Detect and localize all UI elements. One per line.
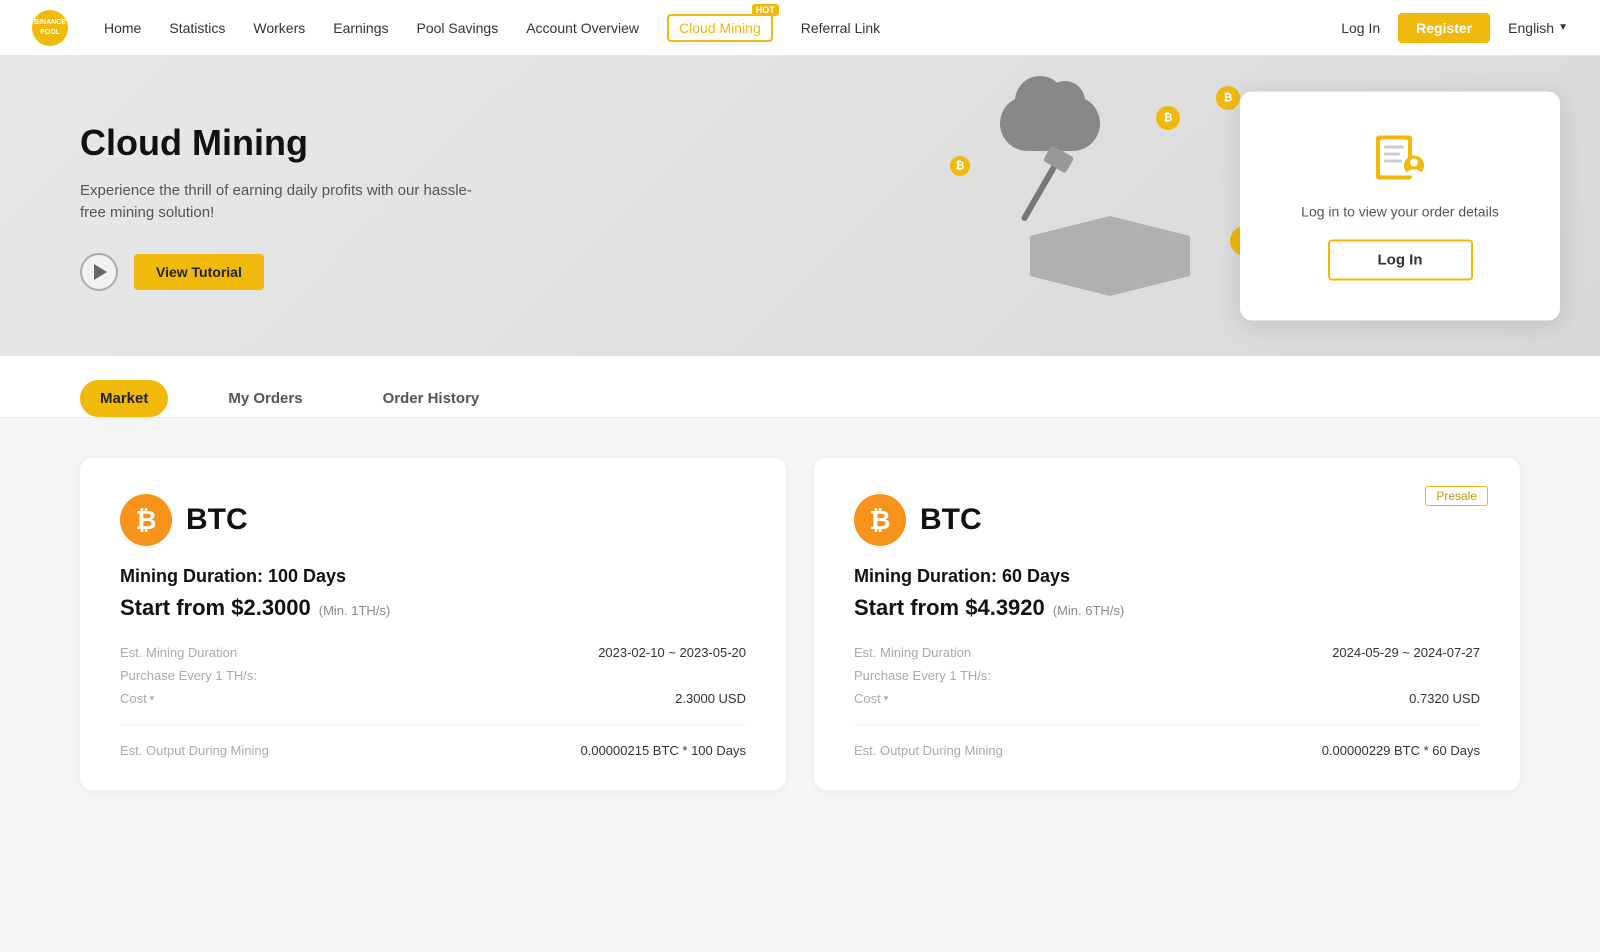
card-1-value-0: 2023-02-10 ~ 2023-05-20 [598,645,746,660]
market-section: ₿ BTC Mining Duration: 100 Days Start fr… [0,418,1600,830]
language-label: English [1508,20,1554,36]
chevron-down-icon: ▾ [150,693,155,704]
hero-content: Cloud Mining Experience the thrill of ea… [80,122,480,291]
order-login-button[interactable]: Log In [1328,240,1473,281]
coin-1: ₿ [1216,86,1240,110]
card-1-details: Est. Mining Duration 2023-02-10 ~ 2023-0… [120,645,746,758]
card-1-coin: BTC [186,503,248,537]
card-2-detail-row-0: Est. Mining Duration 2024-05-29 ~ 2024-0… [854,645,1480,660]
tab-my-orders[interactable]: My Orders [208,380,322,417]
card-1-price-row: Start from $2.3000 (Min. 1TH/s) [120,595,746,621]
nav-home[interactable]: Home [104,20,141,36]
tabs: Market My Orders Order History [80,380,1520,417]
card-2-header: ₿ BTC [854,494,1480,546]
mining-card-2: Presale ₿ BTC Mining Duration: 60 Days S… [814,458,1520,790]
card-1-header: ₿ BTC [120,494,746,546]
order-card: Log in to view your order details Log In [1240,92,1560,321]
nav-statistics[interactable]: Statistics [169,20,225,36]
card-1-divider [120,724,746,725]
nav-cloud-mining-wrap: Cloud Mining HOT [667,14,773,42]
platform-top [1030,216,1190,256]
order-icon-wrap [1288,132,1512,188]
hero-section: Cloud Mining Experience the thrill of ea… [0,56,1600,356]
card-2-divider [854,724,1480,725]
login-button[interactable]: Log In [1341,20,1380,36]
nav-right: Log In Register English ▼ [1341,13,1568,43]
presale-badge: Presale [1425,486,1488,506]
cloud-shape [1000,96,1100,151]
hero-description: Experience the thrill of earning daily p… [80,180,480,225]
nav-cloud-mining[interactable]: Cloud Mining [667,14,773,42]
card-1-detail-row-0: Est. Mining Duration 2023-02-10 ~ 2023-0… [120,645,746,660]
card-1-detail-row-3: Est. Output During Mining 0.00000215 BTC… [120,743,746,758]
tabs-section: Market My Orders Order History [0,356,1600,418]
card-2-value-2: 0.7320 USD [1409,691,1480,706]
hero-actions: View Tutorial [80,253,480,291]
nav-links: Home Statistics Workers Earnings Pool Sa… [104,14,1341,42]
card-2-label-3: Est. Output During Mining [854,743,1003,758]
card-2-label-1: Purchase Every 1 TH/s: [854,668,991,683]
svg-text:POOL: POOL [40,29,61,36]
mining-card-1: ₿ BTC Mining Duration: 100 Days Start fr… [80,458,786,790]
hammer-icon [1020,150,1065,222]
svg-text:BINANCE: BINANCE [34,19,66,26]
cards-grid: ₿ BTC Mining Duration: 100 Days Start fr… [80,458,1520,790]
platform-base [1030,216,1190,296]
card-1-detail-row-2: Cost ▾ 2.3000 USD [120,691,746,706]
register-button[interactable]: Register [1398,13,1490,43]
tab-order-history[interactable]: Order History [363,380,500,417]
binance-pool-logo: BINANCE POOL [32,10,68,46]
nav-earnings[interactable]: Earnings [333,20,388,36]
btc-icon-1: ₿ [120,494,172,546]
view-tutorial-button[interactable]: View Tutorial [134,254,264,290]
card-2-label-0: Est. Mining Duration [854,645,971,660]
tab-market[interactable]: Market [80,380,168,417]
nav-pool-savings[interactable]: Pool Savings [417,20,499,36]
language-selector[interactable]: English ▼ [1508,20,1568,36]
nav-workers[interactable]: Workers [253,20,305,36]
card-1-min: (Min. 1TH/s) [319,603,391,618]
nav-account-overview[interactable]: Account Overview [526,20,639,36]
card-2-detail-row-1: Purchase Every 1 TH/s: [854,668,1480,683]
card-2-details: Est. Mining Duration 2024-05-29 ~ 2024-0… [854,645,1480,758]
card-1-label-3: Est. Output During Mining [120,743,269,758]
card-1-duration: Mining Duration: 100 Days [120,566,746,587]
card-2-duration: Mining Duration: 60 Days [854,566,1480,587]
card-1-cost-label: Cost [120,691,147,706]
chevron-down-icon: ▼ [1558,22,1568,33]
card-2-price-row: Start from $4.3920 (Min. 6TH/s) [854,595,1480,621]
card-2-detail-row-3: Est. Output During Mining 0.00000229 BTC… [854,743,1480,758]
card-1-value-2: 2.3000 USD [675,691,746,706]
hero-title: Cloud Mining [80,122,480,164]
card-2-cost-label: Cost [854,691,881,706]
order-login-text: Log in to view your order details [1288,204,1512,220]
card-2-min: (Min. 6TH/s) [1053,603,1125,618]
card-1-cost-dropdown[interactable]: Cost ▾ [120,691,154,706]
logo[interactable]: BINANCE POOL [32,10,68,46]
card-2-cost-dropdown[interactable]: Cost ▾ [854,691,888,706]
card-2-coin: BTC [920,503,982,537]
card-2-value-3: 0.00000229 BTC * 60 Days [1322,743,1480,758]
order-document-icon [1368,132,1432,188]
play-icon [94,264,107,280]
card-1-label-0: Est. Mining Duration [120,645,237,660]
navbar: BINANCE POOL Home Statistics Workers Ear… [0,0,1600,56]
coin-5: ₿ [950,156,970,176]
nav-referral-link[interactable]: Referral Link [801,20,880,36]
card-1-label-1: Purchase Every 1 TH/s: [120,668,257,683]
card-1-price: Start from $2.3000 [120,595,311,621]
hot-badge: HOT [752,4,779,16]
coin-3: ₿ [1156,106,1180,130]
card-1-detail-row-1: Purchase Every 1 TH/s: [120,668,746,683]
card-2-detail-row-2: Cost ▾ 0.7320 USD [854,691,1480,706]
card-2-price: Start from $4.3920 [854,595,1045,621]
chevron-down-icon-2: ▾ [884,693,889,704]
card-2-value-0: 2024-05-29 ~ 2024-07-27 [1332,645,1480,660]
btc-icon-2: ₿ [854,494,906,546]
card-1-value-3: 0.00000215 BTC * 100 Days [581,743,747,758]
play-button[interactable] [80,253,118,291]
